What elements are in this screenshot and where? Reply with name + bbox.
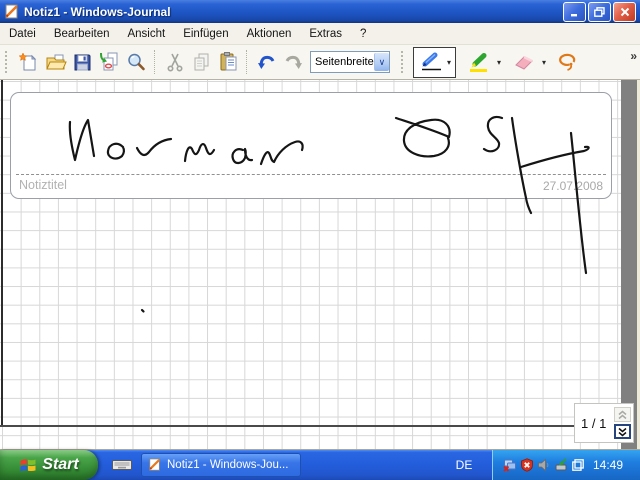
magnifier-icon: [128, 53, 145, 70]
toolbar-separator: [154, 50, 157, 74]
toolbar-drag-handle[interactable]: [5, 51, 11, 73]
copy-icon: [194, 53, 209, 70]
taskbar-task-button[interactable]: Notiz1 - Windows-Jou...: [141, 453, 301, 477]
input-panel-keyboard-icon[interactable]: [112, 458, 132, 472]
page-indicator: 1 / 1: [581, 415, 607, 431]
menu-aktionen[interactable]: Aktionen: [238, 24, 301, 44]
toolbar-overflow-chevron[interactable]: »: [630, 49, 637, 63]
menu-bar: Datei Bearbeiten Ansicht Einfügen Aktion…: [0, 23, 640, 45]
combobox-arrow-icon[interactable]: ∨: [373, 53, 389, 71]
toolbar-separator: [246, 50, 249, 74]
taskbar: Start Notiz1 - Windows-Jou... DE 14:49: [0, 450, 640, 480]
toolbar-drag-handle[interactable]: [401, 51, 407, 73]
redo-icon: [285, 55, 302, 69]
open-folder-icon: [45, 54, 67, 69]
page-navigator: 1 / 1: [574, 403, 634, 443]
highlighter-dropdown-arrow-icon[interactable]: ▾: [497, 58, 501, 67]
chevron-double-down-icon: [618, 427, 627, 436]
title-dashed-line: [16, 174, 606, 175]
ink-stroke: [140, 308, 145, 313]
menu-extras[interactable]: Extras: [300, 24, 351, 44]
new-note-button[interactable]: [15, 49, 42, 76]
eraser-dropdown-arrow-icon[interactable]: ▾: [542, 58, 546, 67]
previous-page-button: [614, 407, 631, 422]
menu-help[interactable]: ?: [351, 24, 375, 44]
note-title-area[interactable]: Notiztitel 27.07.2008: [10, 92, 612, 199]
eraser-icon: [515, 55, 533, 70]
note-date: 27.07.2008: [542, 179, 603, 193]
save-button[interactable]: [69, 49, 96, 76]
undo-button[interactable]: [253, 49, 280, 76]
menu-ansicht[interactable]: Ansicht: [118, 24, 174, 44]
lasso-tool-button[interactable]: [554, 49, 581, 76]
zoom-combobox-value: Seitenbreite: [315, 56, 374, 68]
network-disconnected-icon[interactable]: [503, 458, 517, 472]
menu-einfuegen[interactable]: Einfügen: [174, 24, 237, 44]
zoom-combobox[interactable]: Seitenbreite ∨: [310, 51, 390, 73]
import-button[interactable]: [96, 49, 123, 76]
highlighter-tool-button[interactable]: [464, 49, 494, 76]
pen-tool-button[interactable]: ▾: [413, 46, 457, 78]
taskbar-clock[interactable]: 14:49: [593, 458, 623, 472]
open-button[interactable]: [42, 49, 69, 76]
cut-button: [161, 49, 188, 76]
undo-icon: [258, 55, 275, 69]
lasso-icon: [558, 53, 575, 71]
task-button-label: Notiz1 - Windows-Jou...: [167, 459, 289, 471]
start-label: Start: [42, 456, 79, 473]
window-title: Notiz1 - Windows-Journal: [24, 4, 171, 19]
restore-icon: [594, 6, 605, 17]
language-indicator[interactable]: DE: [449, 450, 479, 480]
title-bar: Notiz1 - Windows-Journal: [0, 0, 640, 23]
outside-page-area: [621, 80, 637, 449]
import-icon: [99, 52, 117, 71]
system-tray: 14:49: [492, 450, 640, 480]
close-icon: [620, 7, 629, 16]
minimize-button[interactable]: [563, 1, 586, 22]
display-windows-icon[interactable]: [571, 458, 585, 472]
windows-flag-icon: [20, 459, 36, 472]
paste-clipboard-icon: [220, 52, 237, 71]
page-view-button[interactable]: [123, 49, 150, 76]
new-note-icon: [18, 51, 37, 70]
menu-bearbeiten[interactable]: Bearbeiten: [45, 24, 119, 44]
paste-button[interactable]: [215, 49, 242, 76]
menu-datei[interactable]: Datei: [0, 24, 45, 44]
note-title-placeholder: Notiztitel: [19, 178, 67, 192]
toolbar: Seitenbreite ∨ ▾ ▾ ▾ »: [0, 45, 640, 80]
pen-dropdown-arrow-icon[interactable]: ▾: [447, 58, 451, 67]
close-button[interactable]: [613, 1, 636, 22]
safely-remove-hardware-icon[interactable]: [554, 458, 568, 472]
pen-icon: [422, 52, 441, 71]
start-button[interactable]: Start: [0, 450, 98, 480]
page-left-edge: [1, 80, 3, 426]
journal-app-icon: [149, 458, 160, 471]
security-shield-icon[interactable]: [520, 458, 534, 472]
volume-icon[interactable]: [537, 458, 551, 472]
page-bottom-edge: [0, 425, 621, 427]
minimize-icon: [570, 13, 577, 16]
copy-button: [188, 49, 215, 76]
journal-app-icon: [5, 4, 18, 18]
cut-scissors-icon: [166, 53, 183, 72]
highlighter-icon: [470, 52, 488, 72]
eraser-tool-button[interactable]: [509, 49, 539, 76]
redo-button: [280, 49, 307, 76]
next-page-button[interactable]: [614, 424, 631, 439]
restore-button[interactable]: [588, 1, 611, 22]
save-floppy-icon: [74, 54, 91, 70]
journal-page-canvas[interactable]: Notiztitel 27.07.2008 1 / 1: [0, 80, 640, 450]
chevron-double-up-icon: [618, 410, 627, 419]
